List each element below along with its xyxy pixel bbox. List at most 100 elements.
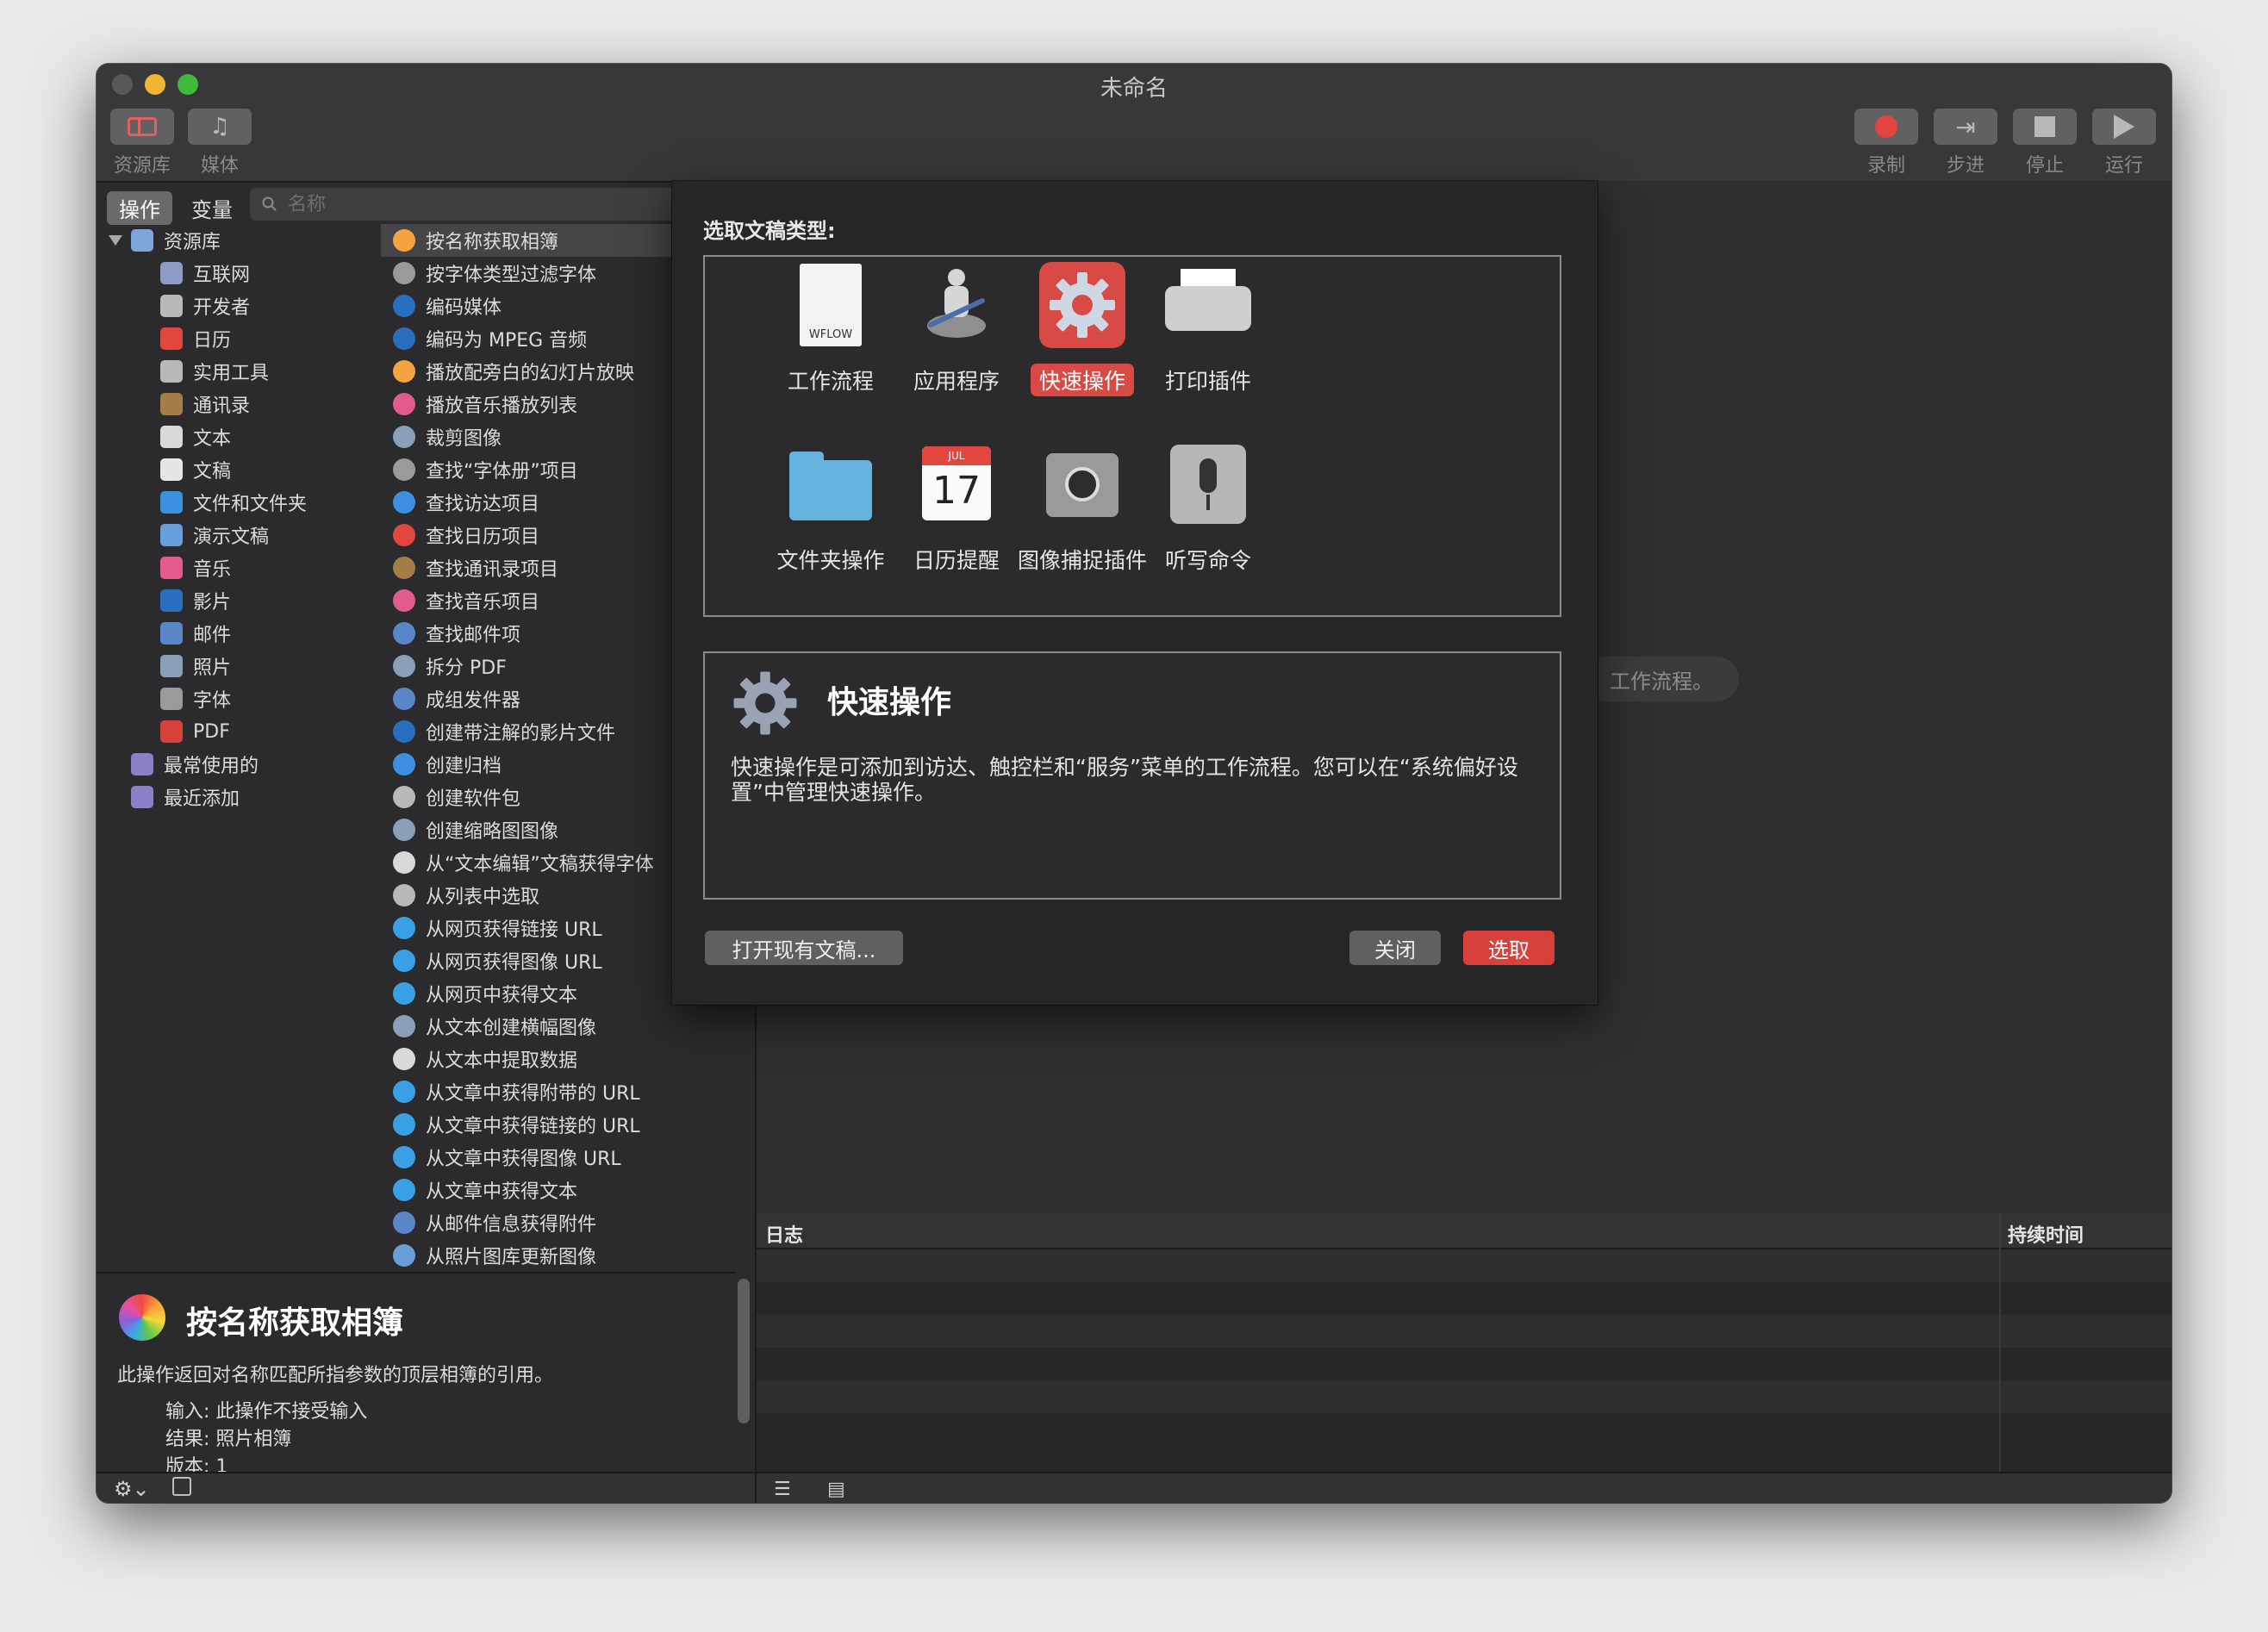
split-view-icon[interactable]: ▤ [827,1479,845,1500]
library-category-item[interactable]: 互联网 [103,257,379,290]
type-print-plugin[interactable]: 打印插件 [1113,259,1303,431]
tab-variables[interactable]: 变量 [179,191,245,225]
category-label: 影片 [193,592,232,614]
action-item[interactable]: 从照片图库更新图像 [381,1239,770,1272]
choose-button[interactable]: 选取 [1463,931,1555,965]
document-type-grid: WFLOW 工作流程 应用程序 快速操作 打印插件 文件夹操作 JUL 17 日… [703,255,1561,617]
search-icon [262,196,277,211]
library-category-item[interactable]: 音乐 [103,551,379,584]
media-icon: ♫ [209,114,230,140]
left-bottom-bar: ⚙⌄ [97,1472,755,1503]
category-label: 资源库 [164,232,221,253]
category-icon [160,327,183,350]
library-root-item[interactable]: 资源库 [103,224,379,257]
action-item[interactable]: 从文章中获得附带的 URL [381,1075,770,1108]
action-label: 编码媒体 [426,297,502,319]
gear-menu-icon[interactable]: ⚙⌄ [114,1477,150,1501]
action-item[interactable]: 从文本中提取数据 [381,1043,770,1075]
library-category-item[interactable]: 演示文稿 [103,519,379,551]
library-category-item[interactable]: PDF [103,715,379,748]
calendar-day: 17 [932,469,981,513]
library-category-item[interactable]: 日历 [103,322,379,355]
automator-robot-icon [913,262,1000,348]
action-label: 从网页获得链接 URL [426,919,602,941]
folder-icon [788,441,874,527]
library-category-item[interactable]: 通讯录 [103,388,379,420]
library-category-item[interactable]: 最近添加 [103,781,379,813]
action-label: 创建带注解的影片文件 [426,723,616,744]
library-category-item[interactable]: 开发者 [103,290,379,322]
action-item[interactable]: 从邮件信息获得附件 [381,1206,770,1239]
action-icon [393,557,415,579]
workflow-doc-icon: WFLOW [788,262,874,348]
action-label: 裁剪图像 [426,428,502,450]
log-row [757,1413,2171,1446]
category-icon [160,622,183,645]
stop-button[interactable] [2013,109,2077,145]
category-icon [160,295,183,317]
action-label: 查找访达项目 [426,494,540,515]
library-label: 资源库 [113,155,171,177]
action-icon [393,982,415,1005]
log-row [757,1380,2171,1413]
detail-scrollbar[interactable] [738,1279,750,1423]
run-button[interactable] [2092,109,2156,145]
tab-actions[interactable]: 操作 [107,191,172,225]
library-category-item[interactable]: 影片 [103,584,379,617]
log-row [757,1315,2171,1348]
action-item[interactable]: 从文本创建横幅图像 [381,1010,770,1043]
title-bar: 未命名 资源库 ♫ 媒体 录制 ⇥ 步进 停止 运行 [97,64,2171,183]
action-icon [393,786,415,808]
sidebar-tabs: 操作 变量 [107,191,245,225]
media-label: 媒体 [200,155,239,177]
action-label: 播放配旁白的幻灯片放映 [426,363,635,384]
media-button[interactable]: ♫ [188,109,252,145]
detail-input: 输入: 此操作不接受输入 [165,1396,367,1423]
action-icon [393,688,415,710]
detail-result: 结果: 照片相簿 [165,1423,291,1451]
detail-result-label: 结果: [165,1429,210,1450]
action-icon [393,360,415,383]
category-icon [160,360,183,383]
log-column-header[interactable]: 日志 [765,1220,803,1248]
type-dictation-command[interactable]: 听写命令 [1113,438,1303,610]
action-label: 从文章中获得链接的 URL [426,1116,640,1137]
show-description-icon[interactable] [172,1477,191,1496]
gear-icon [733,671,797,735]
library-category-item[interactable]: 字体 [103,682,379,715]
disclosure-triangle-icon[interactable] [109,235,122,246]
action-icon [393,262,415,284]
action-label: 从列表中选取 [426,887,540,908]
category-icon [160,426,183,448]
category-icon [131,753,153,776]
run-label: 运行 [2104,155,2143,177]
action-search[interactable] [250,188,677,221]
library-category-item[interactable]: 照片 [103,650,379,682]
action-label: 从网页中获得文本 [426,985,578,1006]
action-item[interactable]: 从文章中获得文本 [381,1174,770,1206]
library-category-item[interactable]: 文稿 [103,453,379,486]
library-category-item[interactable]: 文件和文件夹 [103,486,379,519]
action-icon [393,426,415,448]
record-button[interactable] [1854,109,1918,145]
action-label: 从照片图库更新图像 [426,1247,597,1268]
library-category-item[interactable]: 邮件 [103,617,379,650]
list-view-icon[interactable]: ☰ [774,1479,791,1500]
action-item[interactable]: 从文章中获得链接的 URL [381,1108,770,1141]
category-label: 最近添加 [164,788,240,810]
open-existing-button[interactable]: 打开现有文稿... [705,931,903,965]
step-button[interactable]: ⇥ [1934,109,1997,145]
stop-icon [2034,116,2055,137]
search-input[interactable] [286,192,669,216]
log-row [757,1348,2171,1380]
action-item[interactable]: 从文章中获得图像 URL [381,1141,770,1174]
duration-column-header[interactable]: 持续时间 [2008,1220,2084,1248]
library-category-item[interactable]: 最常使用的 [103,748,379,781]
photos-icon [119,1294,165,1341]
action-label: 从文章中获得附带的 URL [426,1083,640,1105]
library-category-item[interactable]: 文本 [103,420,379,453]
close-button[interactable]: 关闭 [1349,931,1441,965]
library-toggle-button[interactable] [110,109,174,145]
action-detail-panel: 按名称获取相簿 此操作返回对名称匹配所指参数的顶层相簿的引用。 输入: 此操作不… [97,1274,736,1478]
library-category-item[interactable]: 实用工具 [103,355,379,388]
